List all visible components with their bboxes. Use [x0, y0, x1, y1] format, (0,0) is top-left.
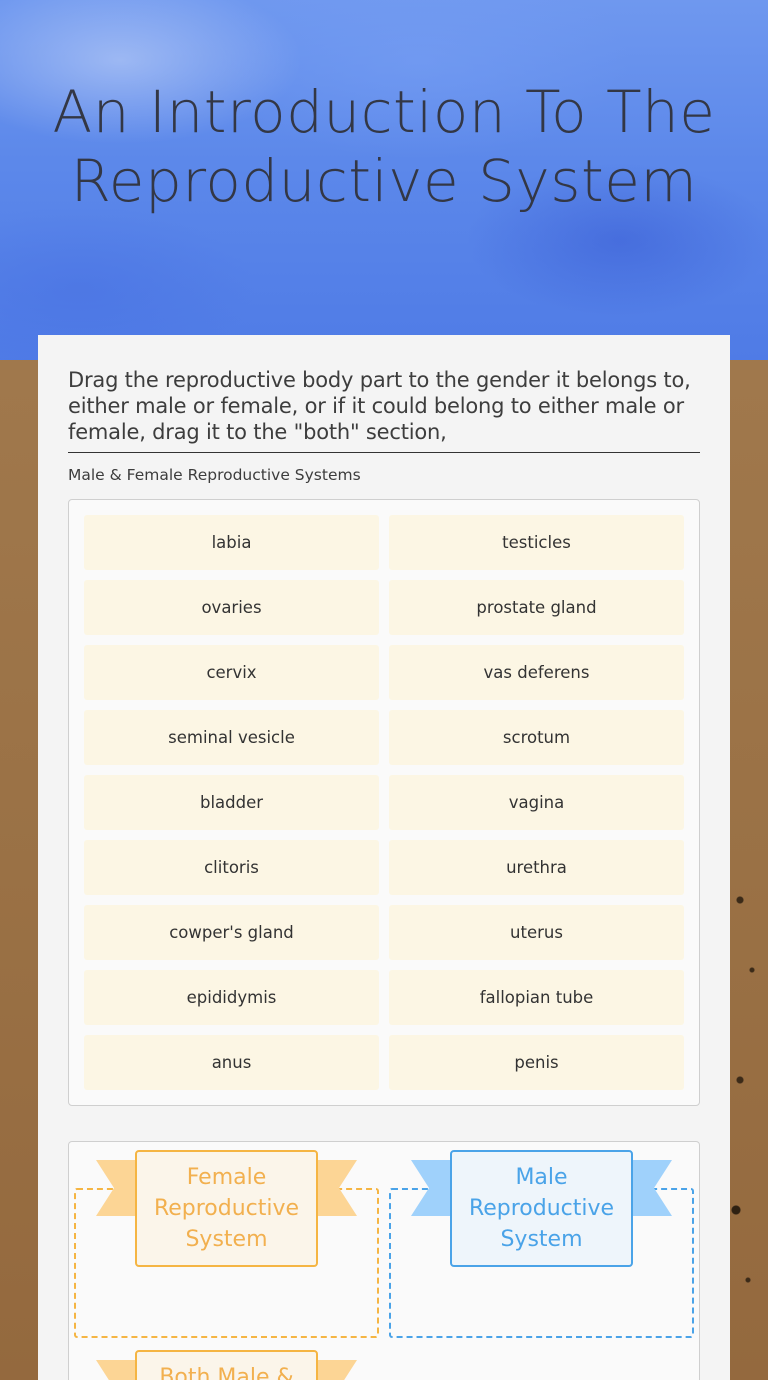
divider [68, 452, 700, 453]
drag-item[interactable]: urethra [389, 840, 684, 895]
drag-item[interactable]: prostate gland [389, 580, 684, 635]
ribbon-tail-right [627, 1160, 672, 1216]
ribbon-tail-right [312, 1160, 357, 1216]
drag-item[interactable]: cowper's gland [84, 905, 379, 960]
drag-item[interactable]: clitoris [84, 840, 379, 895]
drag-item[interactable]: vagina [389, 775, 684, 830]
drag-item[interactable]: epididymis [84, 970, 379, 1025]
drag-item[interactable]: anus [84, 1035, 379, 1090]
drag-item[interactable]: vas deferens [389, 645, 684, 700]
ribbon-tail-right [312, 1360, 357, 1380]
drop-zone-female-label: Female Reproductive System [135, 1150, 318, 1267]
drag-item[interactable]: uterus [389, 905, 684, 960]
drag-item[interactable]: fallopian tube [389, 970, 684, 1025]
drag-item[interactable]: cervix [84, 645, 379, 700]
drag-item[interactable]: ovaries [84, 580, 379, 635]
drag-item[interactable]: bladder [84, 775, 379, 830]
bank-label: Male & Female Reproductive Systems [68, 466, 361, 484]
drag-item-bank: labia testicles ovaries prostate gland c… [68, 499, 700, 1106]
drag-item[interactable]: penis [389, 1035, 684, 1090]
drop-zone-male-label: Male Reproductive System [450, 1150, 633, 1267]
page-title: An Introduction To The Reproductive Syst… [52, 78, 716, 215]
worksheet-card: Drag the reproductive body part to the g… [38, 335, 730, 1380]
drag-item[interactable]: seminal vesicle [84, 710, 379, 765]
drag-item[interactable]: testicles [389, 515, 684, 570]
drop-zone-both-label: Both Male & [135, 1350, 318, 1380]
instructions-text: Drag the reproductive body part to the g… [68, 368, 691, 444]
drag-item[interactable]: labia [84, 515, 379, 570]
drop-zones-area: Female Reproductive System Male Reproduc… [68, 1141, 700, 1380]
drag-item[interactable]: scrotum [389, 710, 684, 765]
